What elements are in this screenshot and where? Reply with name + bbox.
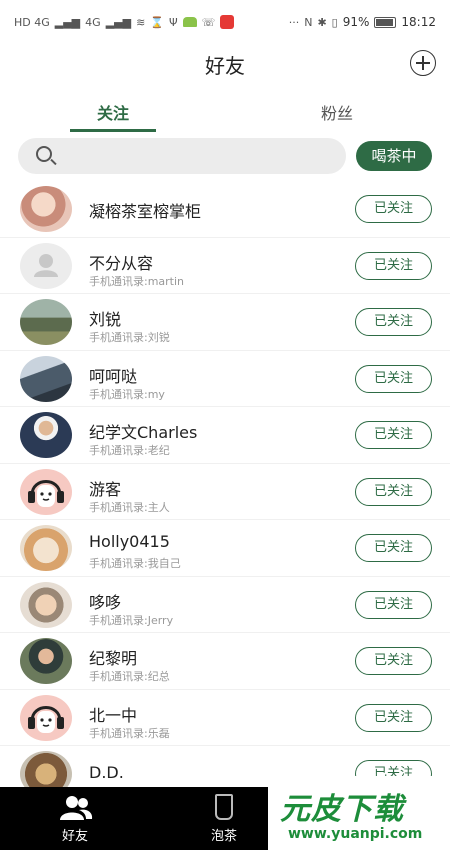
tab-fans[interactable]: 粉丝: [292, 100, 382, 124]
hourglass-icon: ⌛: [150, 15, 164, 29]
followed-button[interactable]: 已关注: [355, 195, 432, 223]
followed-button[interactable]: 已关注: [355, 364, 432, 393]
contact-name: 纪黎明: [89, 649, 138, 668]
contact-phonebook-note: 手机通讯录:乐磊: [89, 726, 170, 740]
contact-name: 哆哆: [89, 592, 122, 612]
contact-avatar[interactable]: [20, 751, 72, 787]
contact-name: 游客: [89, 479, 122, 499]
vibrate-icon: ▯: [331, 15, 338, 29]
search-box[interactable]: [18, 138, 346, 174]
contact-name: 纪学文Charles: [89, 423, 198, 442]
contact-avatar[interactable]: [20, 186, 72, 232]
contact-phonebook-note: 手机通讯录:纪总: [89, 670, 170, 683]
contact-row[interactable]: 北一中 手机通讯录:乐磊 已关注: [0, 690, 450, 746]
followed-button[interactable]: 已关注: [355, 477, 432, 506]
contact-name: Holly0415: [89, 532, 170, 551]
contact-row[interactable]: 哆哆 手机通讯录:Jerry 已关注: [0, 577, 450, 633]
contact-avatar[interactable]: [20, 299, 72, 345]
contact-avatar[interactable]: [20, 525, 72, 571]
contact-avatar[interactable]: [20, 468, 72, 515]
contact-phonebook-note: 手机通讯录:my: [89, 387, 165, 401]
contact-phonebook-note: 手机通讯录:老纪: [89, 444, 170, 457]
search-icon: [36, 146, 52, 162]
contact-avatar[interactable]: [20, 694, 72, 741]
watermark-url: www.yuanpi.com: [288, 826, 423, 842]
android-icon: [182, 17, 197, 27]
contact-row[interactable]: Holly0415 手机通讯录:我自己 已关注: [0, 520, 450, 577]
page-title: 好友: [205, 54, 245, 78]
followed-button[interactable]: 已关注: [355, 251, 432, 280]
nav-friends[interactable]: 好友: [35, 787, 115, 850]
watermark: 元皮下载 www.yuanpi.com: [268, 776, 450, 850]
tab-bar: 关注 粉丝: [0, 92, 450, 132]
contact-phonebook-note: 手机通讯录:martin: [89, 274, 185, 288]
default-person-icon: [34, 253, 58, 277]
contact-avatar[interactable]: [20, 355, 72, 402]
more-icon: ···: [288, 15, 300, 29]
followed-button[interactable]: 已关注: [355, 421, 432, 449]
contact-name: 刘锐: [89, 310, 122, 329]
contact-name: D.D.: [89, 763, 124, 782]
contact-avatar[interactable]: [20, 581, 72, 628]
status-bar: HD 4G ▂▄▆ 4G ▂▄▆ ≋ ⌛ Ψ ☏ ··· N ✱ ▯ 91% 1…: [0, 0, 450, 44]
clock: 18:12: [401, 15, 436, 29]
add-friend-icon[interactable]: [410, 50, 436, 76]
contact-row[interactable]: 纪黎明手机通讯录:纪总 已关注: [0, 633, 450, 690]
contact-list[interactable]: 凝榕茶室榕掌柜 已关注 不分从容 手机通讯录:martin 已关注 刘锐 手机通讯录:刘锐已…: [0, 181, 450, 787]
search-input[interactable]: [64, 138, 334, 174]
contact-name: 呵呵哒: [89, 366, 138, 386]
status-icons-right: ··· N ✱ ▯ 91% 18:12: [289, 15, 436, 29]
phone-icon: ☏: [201, 15, 216, 29]
status-icons-left: HD 4G ▂▄▆ 4G ▂▄▆ ≋ ⌛ Ψ ☏: [14, 15, 235, 29]
bluetooth-icon: ✱: [317, 15, 327, 29]
contact-avatar[interactable]: [20, 242, 72, 289]
headphones-cartoon-icon: [28, 479, 64, 507]
contact-phonebook-note: 手机通讯录:Jerry: [89, 613, 174, 627]
followed-button[interactable]: 已关注: [355, 590, 432, 619]
followed-button[interactable]: 已关注: [355, 308, 432, 336]
contact-row[interactable]: 刘锐手机通讯录:刘锐 已关注: [0, 294, 450, 351]
battery-icon: [374, 16, 397, 28]
battery-percent: 91%: [342, 15, 370, 29]
people-icon: [60, 796, 93, 820]
watermark-brand: 元皮下载: [280, 792, 404, 827]
contact-avatar[interactable]: [20, 638, 72, 684]
nfc-icon: N: [304, 15, 313, 29]
contact-row[interactable]: 不分从容 手机通讯录:martin 已关注: [0, 238, 450, 294]
nav-brew-tea[interactable]: 泡茶: [184, 787, 264, 850]
signal-label-2: 4G: [85, 15, 101, 29]
usb-icon: Ψ: [169, 15, 178, 29]
contact-row[interactable]: 呵呵哒 手机通讯录:my 已关注: [0, 351, 450, 407]
signal-icon-2: ▂▄▆: [105, 15, 132, 29]
recorder-icon: [220, 15, 235, 29]
nav-tea-label: 泡茶: [210, 829, 237, 844]
search-row: 喝茶中: [0, 138, 450, 174]
contact-phonebook-note: 手机通讯录:我自己: [89, 557, 181, 570]
contact-row[interactable]: 游客 手机通讯录:主人 已关注: [0, 464, 450, 520]
contact-name: 不分从容: [89, 253, 154, 273]
nav-friends-label: 好友: [61, 829, 88, 844]
tab-active-indicator: [70, 129, 156, 132]
header: 好友: [0, 44, 450, 84]
contact-row[interactable]: 凝榕茶室榕掌柜 已关注: [0, 181, 450, 238]
contact-phonebook-note: 手机通讯录:刘锐: [89, 331, 170, 344]
wifi-icon: ≋: [136, 15, 146, 29]
contact-name: 北一中: [89, 705, 138, 725]
followed-button[interactable]: 已关注: [355, 647, 432, 675]
drinking-tea-button[interactable]: 喝茶中: [356, 141, 432, 171]
contact-name: 凝榕茶室榕掌柜: [89, 202, 202, 221]
followed-button[interactable]: 已关注: [355, 703, 432, 732]
cup-icon: [215, 794, 233, 820]
signal-icon: ▂▄▆: [54, 15, 81, 29]
followed-button[interactable]: 已关注: [355, 534, 432, 562]
tab-following[interactable]: 关注: [68, 100, 158, 124]
headphones-cartoon-icon: [28, 705, 64, 733]
contact-avatar[interactable]: [20, 412, 72, 458]
signal-label: HD 4G: [14, 15, 50, 29]
contact-row[interactable]: 纪学文Charles 手机通讯录:老纪 已关注: [0, 407, 450, 464]
contact-phonebook-note: 手机通讯录:主人: [89, 500, 170, 514]
